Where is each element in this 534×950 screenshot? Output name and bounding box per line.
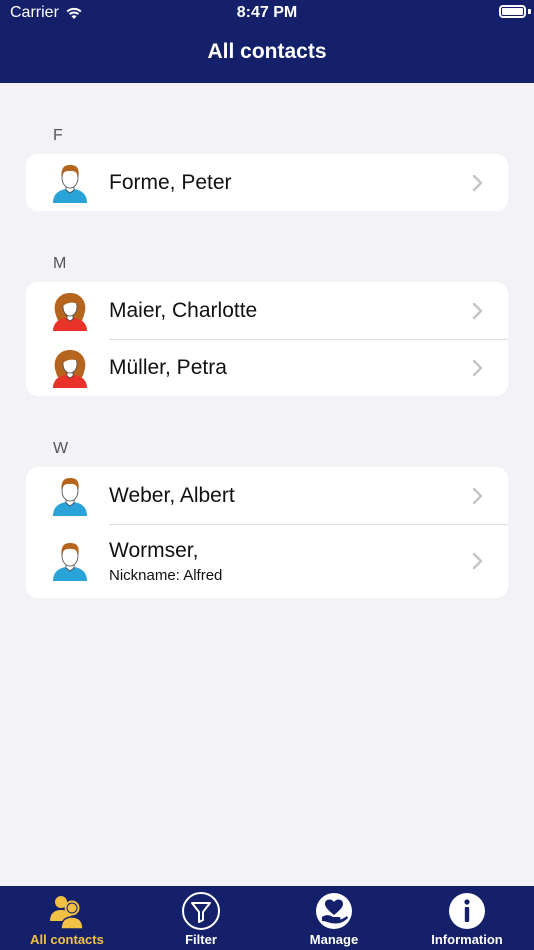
tab-filter[interactable]: Filter — [134, 886, 268, 950]
tab-label: Manage — [309, 932, 359, 947]
male-avatar-icon — [53, 164, 87, 203]
tab-label: All contacts — [30, 932, 104, 947]
contact-row[interactable]: Wormser, Nickname: Alfred — [26, 524, 508, 598]
tab-label: Information — [431, 932, 503, 947]
contact-name: Forme, Peter — [109, 170, 232, 194]
filter-icon — [182, 892, 220, 930]
contact-name: Maier, Charlotte — [109, 298, 258, 322]
tab-manage[interactable]: Manage — [267, 886, 401, 950]
tab-bar: All contacts Filter Manage Information — [0, 886, 534, 950]
contact-group-m: Maier, Charlotte Müller, Petra — [26, 282, 508, 396]
tab-all-contacts[interactable]: All contacts — [0, 886, 134, 950]
contact-name: Weber, Albert — [109, 483, 235, 507]
navigation-bar: Carrier 8:47 PM All contacts — [0, 0, 534, 83]
section-header-w: W — [53, 440, 69, 457]
battery-tip — [528, 9, 531, 14]
contact-group-w: Weber, Albert Wormser, Nickname: Alfred — [26, 467, 508, 598]
section-header-m: M — [53, 255, 67, 272]
chevron-right-icon — [472, 359, 483, 376]
battery-icon — [499, 5, 526, 18]
male-avatar-icon — [53, 543, 87, 581]
contact-group-f: Forme, Peter — [26, 154, 508, 211]
info-icon — [449, 893, 485, 929]
female-avatar-icon — [53, 292, 87, 331]
chevron-right-icon — [472, 174, 483, 191]
chevron-right-icon — [472, 552, 483, 570]
contact-name: Müller, Petra — [109, 355, 227, 379]
tab-label: Filter — [185, 932, 217, 947]
status-time: 8:47 PM — [236, 4, 298, 21]
contact-row[interactable]: Maier, Charlotte — [26, 282, 508, 339]
chevron-right-icon — [472, 487, 483, 504]
contact-name: Wormser, — [109, 538, 199, 562]
contact-row[interactable]: Weber, Albert — [26, 467, 508, 524]
tab-information[interactable]: Information — [400, 886, 534, 950]
section-header-f: F — [53, 127, 63, 144]
manage-icon — [316, 893, 352, 929]
female-avatar-icon — [53, 349, 87, 388]
chevron-right-icon — [472, 302, 483, 319]
male-avatar-icon — [53, 477, 87, 516]
contact-row[interactable]: Müller, Petra — [26, 339, 508, 396]
contacts-icon — [50, 896, 84, 930]
page-title: All contacts — [207, 40, 327, 63]
contact-row[interactable]: Forme, Peter — [26, 154, 508, 211]
contact-nickname: Nickname: Alfred — [109, 566, 223, 584]
